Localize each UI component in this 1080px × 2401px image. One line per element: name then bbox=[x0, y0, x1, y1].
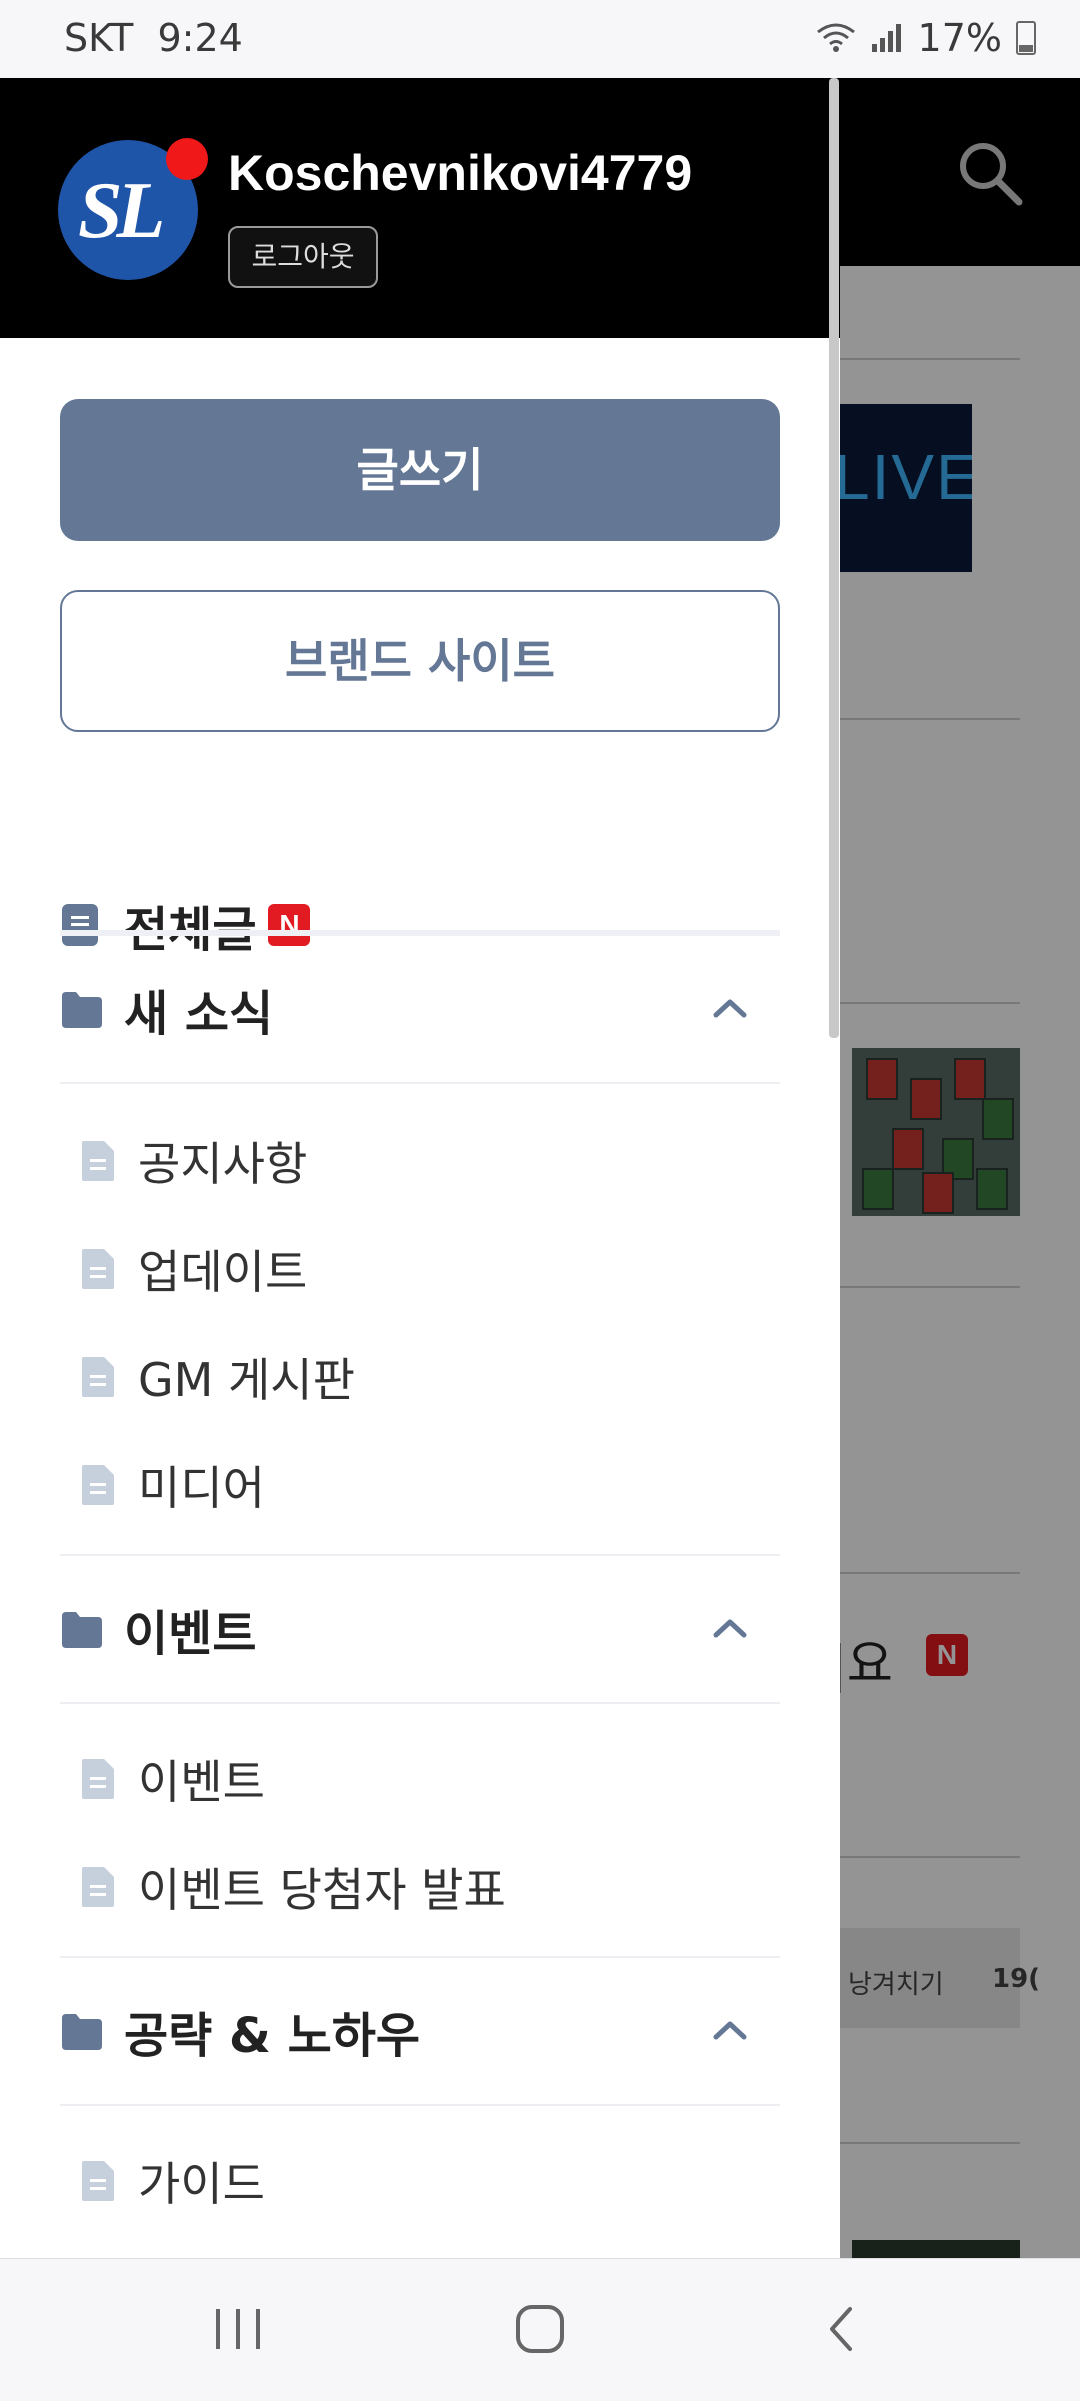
menu-item-label: 이벤트 당첨자 발표 bbox=[138, 1863, 506, 1917]
recent-apps-icon[interactable] bbox=[198, 2299, 278, 2359]
avatar-logo-text: SL bbox=[78, 167, 165, 255]
document-icon bbox=[82, 2161, 114, 2201]
menu-item-event-winners[interactable]: 이벤트 당첨자 발표 bbox=[80, 1854, 506, 1920]
wifi-icon bbox=[816, 23, 855, 52]
battery-percent: 17% bbox=[917, 16, 1002, 60]
drawer-header: SL Koschevnikovi4779 로그아웃 bbox=[0, 78, 840, 338]
document-icon bbox=[82, 1141, 114, 1181]
folder-icon bbox=[62, 992, 102, 1028]
section-title: 공략 & 노하우 bbox=[124, 2008, 421, 2064]
divider bbox=[60, 1082, 780, 1084]
section-header-guides[interactable]: 공략 & 노하우 bbox=[60, 1958, 780, 2104]
status-bar: SKT 9:24 17% bbox=[0, 0, 1080, 78]
section-header-event[interactable]: 이벤트 bbox=[60, 1556, 780, 1702]
carrier: SKT bbox=[64, 16, 134, 60]
menu-item-label: 미디어 bbox=[138, 1461, 265, 1515]
folder-icon bbox=[62, 1612, 102, 1648]
section-title: 새 소식 bbox=[124, 986, 274, 1042]
document-icon bbox=[82, 1867, 114, 1907]
write-post-button[interactable]: 글쓰기 bbox=[60, 399, 780, 541]
clock: 9:24 bbox=[157, 16, 243, 60]
drawer-scrollbar[interactable] bbox=[829, 78, 839, 1038]
document-icon bbox=[82, 1759, 114, 1799]
chevron-up-icon[interactable] bbox=[710, 988, 750, 1028]
brand-site-button[interactable]: 브랜드 사이트 bbox=[60, 590, 780, 732]
folder-icon bbox=[62, 2014, 102, 2050]
chevron-up-icon[interactable] bbox=[710, 2010, 750, 2050]
menu-item-notice[interactable]: 공지사항 bbox=[80, 1128, 307, 1194]
back-icon[interactable] bbox=[802, 2299, 882, 2359]
battery-icon bbox=[1016, 21, 1036, 55]
divider bbox=[60, 2104, 780, 2106]
section-header-news[interactable]: 새 소식 bbox=[60, 936, 780, 1082]
menu-item-gm-board[interactable]: GM 게시판 bbox=[80, 1344, 355, 1410]
divider bbox=[60, 1702, 780, 1704]
menu-item-label: GM 게시판 bbox=[138, 1353, 355, 1407]
menu-item-guide[interactable]: 가이드 bbox=[80, 2148, 265, 2214]
signal-icon bbox=[871, 24, 901, 52]
menu-item-event[interactable]: 이벤트 bbox=[80, 1746, 265, 1812]
document-icon bbox=[82, 1249, 114, 1289]
notification-dot bbox=[166, 138, 208, 180]
home-icon[interactable] bbox=[500, 2299, 580, 2359]
menu-item-label: 이벤트 bbox=[138, 1755, 265, 1809]
section-title: 이벤트 bbox=[124, 1606, 257, 1662]
chevron-up-icon[interactable] bbox=[710, 1608, 750, 1648]
username: Koschevnikovi4779 bbox=[228, 145, 693, 201]
logout-button[interactable]: 로그아웃 bbox=[228, 226, 378, 288]
menu-item-label: 가이드 bbox=[138, 2157, 265, 2211]
menu-item-label: 공지사항 bbox=[138, 1137, 308, 1191]
system-navigation-bar bbox=[0, 2258, 1080, 2401]
status-right: 17% bbox=[816, 16, 1036, 60]
document-icon bbox=[82, 1357, 114, 1397]
menu-item-update[interactable]: 업데이트 bbox=[80, 1236, 307, 1302]
menu-item-media[interactable]: 미디어 bbox=[80, 1452, 265, 1518]
document-icon bbox=[82, 1465, 114, 1505]
status-left: SKT 9:24 bbox=[64, 16, 243, 60]
menu-item-label: 업데이트 bbox=[138, 1245, 308, 1299]
navigation-drawer: SL Koschevnikovi4779 로그아웃 글쓰기 브랜드 사이트 전체… bbox=[0, 78, 840, 2258]
